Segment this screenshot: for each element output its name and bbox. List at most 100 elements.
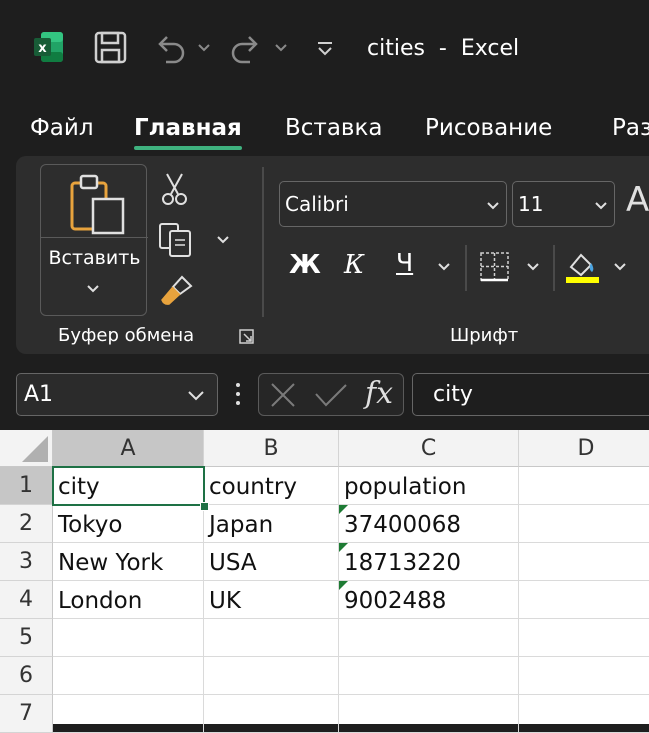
column-header-d[interactable]: D [519,430,649,467]
font-size-select[interactable]: 11 [512,181,615,227]
redo-dropdown-chevron-icon[interactable] [274,42,288,54]
row-header-2[interactable]: 2 [0,505,53,543]
cut-icon[interactable] [160,172,190,206]
tab-layout[interactable]: Раз [612,115,649,141]
select-all-corner[interactable] [0,430,53,467]
font-group-label: Шрифт [450,325,519,346]
cell-c3[interactable]: 18713220 [339,543,519,581]
italic-button[interactable]: К [344,250,364,280]
borders-icon[interactable] [478,250,512,284]
column-header-c[interactable]: C [339,430,519,467]
cell-b7[interactable] [204,695,339,733]
cell-d4[interactable] [519,581,649,619]
tab-home[interactable]: Главная [134,115,242,141]
paste-button[interactable]: Вставить [40,164,148,316]
cell-d5[interactable] [519,619,649,657]
cell-a6[interactable] [53,657,204,695]
cell-b1[interactable]: country [204,467,339,505]
font-name-select[interactable]: Calibri [279,181,507,227]
paste-divider [41,237,148,238]
underline-chevron-icon[interactable] [437,261,451,273]
column-header-b[interactable]: B [204,430,339,467]
cell-d7[interactable] [519,695,649,733]
number-as-text-indicator [339,581,348,590]
cell-c4[interactable]: 9002488 [339,581,519,619]
row-header-3[interactable]: 3 [0,543,53,581]
svg-text:x: x [38,41,47,56]
cancel-icon[interactable] [269,382,297,408]
cell-a2[interactable]: Tokyo [53,505,204,543]
cell-c4-value: 9002488 [344,588,447,614]
name-box-value: A1 [24,382,54,407]
clipboard-icon [70,174,125,235]
cell-d6[interactable] [519,657,649,695]
font-separator [465,245,467,291]
cell-d1[interactable] [519,467,649,505]
increase-font-size-button[interactable]: A [626,180,649,220]
row-header-1[interactable]: 1 [0,467,53,505]
cell-b3[interactable]: USA [204,543,339,581]
font-separator-2 [553,245,555,291]
cell-c7[interactable] [339,695,519,733]
paste-label: Вставить [48,247,141,269]
row-header-7[interactable]: 7 [0,695,53,733]
paste-chevron-icon [87,285,99,293]
cell-c5[interactable] [339,619,519,657]
name-box-chevron-icon [188,391,204,401]
fill-handle[interactable] [200,502,209,511]
insert-function-button[interactable]: fx [365,374,393,414]
excel-logo-icon: x [34,32,63,62]
enter-check-icon[interactable] [314,382,348,408]
row-header-4[interactable]: 4 [0,581,53,619]
cell-a4[interactable]: London [53,581,204,619]
font-size-value: 11 [518,192,544,216]
font-name-chevron-icon [487,202,499,210]
name-box[interactable]: A1 [16,373,218,416]
tab-file[interactable]: Файл [30,115,94,141]
cell-c6[interactable] [339,657,519,695]
more-options-icon[interactable] [233,381,243,407]
cell-c1[interactable]: population [339,467,519,505]
row-header-5[interactable]: 5 [0,619,53,657]
copy-icon[interactable] [158,222,194,258]
column-header-a[interactable]: A [53,430,204,467]
tab-draw[interactable]: Рисование [425,115,552,141]
format-painter-icon[interactable] [158,274,194,308]
underline-button[interactable]: Ч [396,248,413,277]
cell-b5[interactable] [204,619,339,657]
clipboard-dialog-launcher-icon[interactable] [238,328,256,346]
redo-icon[interactable] [230,32,262,64]
font-size-chevron-icon [595,202,607,210]
undo-icon[interactable] [154,32,186,64]
title-bar: x cities - Excel [0,0,649,100]
select-all-triangle-icon [22,436,48,462]
bold-button[interactable]: Ж [289,250,321,280]
cell-d3[interactable] [519,543,649,581]
cell-c3-value: 18713220 [344,550,462,576]
tab-insert[interactable]: Вставка [285,115,382,141]
row-header-6[interactable]: 6 [0,657,53,695]
cell-d2[interactable] [519,505,649,543]
formula-buttons-group: fx [258,373,404,416]
cell-b2[interactable]: Japan [204,505,339,543]
group-separator [262,167,264,317]
borders-chevron-icon[interactable] [526,261,540,273]
number-as-text-indicator [339,543,348,552]
font-name-value: Calibri [285,192,349,216]
undo-dropdown-chevron-icon[interactable] [197,42,211,54]
cell-a5[interactable] [53,619,204,657]
cell-b6[interactable] [204,657,339,695]
customize-quick-access-icon[interactable] [316,40,334,58]
active-cell-border [52,466,205,506]
cell-a7[interactable] [53,695,204,733]
fill-color-icon[interactable] [565,247,601,285]
cell-c2[interactable]: 37400068 [339,505,519,543]
cell-a3[interactable]: New York [53,543,204,581]
save-icon[interactable] [94,31,128,65]
spreadsheet-grid[interactable]: A B C D 1 2 3 4 5 6 7 city country popul… [0,430,649,733]
cell-b4[interactable]: UK [204,581,339,619]
active-tab-indicator [134,146,242,150]
copy-dropdown-chevron-icon[interactable] [216,234,230,246]
fill-color-chevron-icon[interactable] [613,261,627,273]
formula-input[interactable]: city [412,373,649,416]
